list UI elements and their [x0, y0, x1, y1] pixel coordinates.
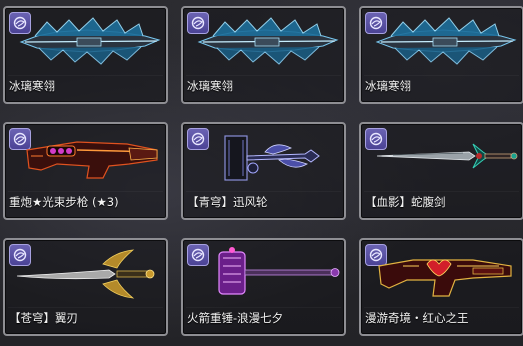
item-card-serpent-sword[interactable]: 【血影】蛇腹剑 — [359, 122, 523, 220]
item-card-heart-king[interactable]: 漫游奇境・红心之王 — [359, 238, 523, 336]
item-card-ice-feather-2[interactable]: 冰璃寒翎 — [181, 6, 346, 104]
item-card-wing-blade[interactable]: 【苍穹】翼刃 — [3, 238, 168, 336]
card-divider — [8, 75, 163, 76]
card-divider — [186, 75, 341, 76]
card-divider — [364, 307, 519, 308]
wind-wheel-icon — [224, 135, 320, 181]
ice-feather-gun-icon — [197, 17, 339, 65]
card-divider — [186, 307, 341, 308]
card-divider — [8, 307, 163, 308]
card-divider — [8, 191, 163, 192]
item-card-ice-feather-1[interactable]: 冰璃寒翎 — [3, 6, 168, 104]
wing-blade-icon — [17, 249, 155, 299]
item-name: 冰璃寒翎 — [9, 79, 55, 93]
item-name: 漫游奇境・红心之王 — [365, 311, 469, 325]
ice-feather-gun-icon — [375, 17, 517, 65]
item-card-beam-rifle[interactable]: 重炮★光束步枪 (★3) — [3, 122, 168, 220]
item-name: 重炮★光束步枪 (★3) — [9, 195, 119, 209]
item-card-ice-feather-3[interactable]: 冰璃寒翎 — [359, 6, 523, 104]
card-divider — [186, 191, 341, 192]
item-card-rocket-hammer[interactable]: 火箭重锤-浪漫七夕 — [181, 238, 346, 336]
item-name: 火箭重锤-浪漫七夕 — [187, 311, 284, 325]
card-divider — [364, 191, 519, 192]
item-name: 冰璃寒翎 — [187, 79, 233, 93]
item-name: 【苍穹】翼刃 — [9, 311, 78, 325]
item-card-wind-wheel[interactable]: 【青穹】迅风轮 — [181, 122, 346, 220]
item-name: 冰璃寒翎 — [365, 79, 411, 93]
serpent-sword-icon — [376, 143, 518, 169]
rocket-hammer-icon — [218, 247, 340, 295]
ice-feather-gun-icon — [19, 17, 161, 65]
beam-rifle-icon — [26, 141, 158, 179]
card-divider — [364, 75, 519, 76]
item-name: 【血影】蛇腹剑 — [365, 195, 446, 209]
item-name: 【青穹】迅风轮 — [187, 195, 268, 209]
heart-king-rifle-icon — [378, 259, 512, 297]
